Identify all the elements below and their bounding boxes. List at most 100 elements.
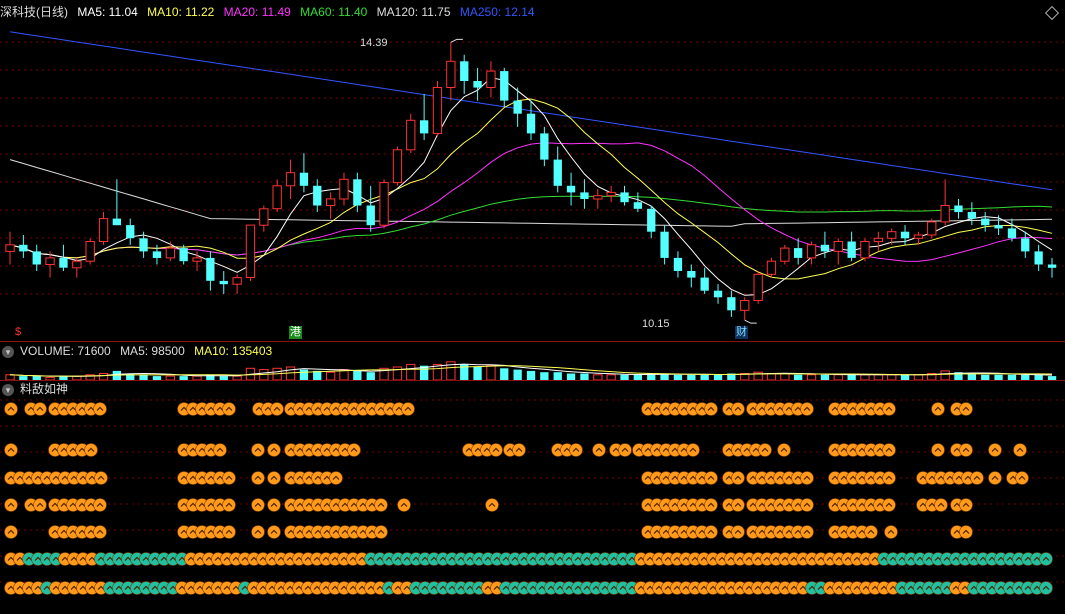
signal-icon <box>704 498 718 512</box>
volume-bar-down <box>526 370 536 380</box>
candle-body-up <box>940 205 950 223</box>
signal-icon <box>988 443 1002 457</box>
volume-ma10-label: MA10: 135403 <box>194 344 273 358</box>
signal-icon <box>270 402 284 416</box>
candle-body-up <box>392 149 403 184</box>
candle-body-down <box>366 205 375 226</box>
volume-bar-up <box>940 370 950 381</box>
candle-body-up <box>165 247 175 259</box>
candle-body-down <box>299 172 309 186</box>
candle-body-up <box>593 195 603 200</box>
volume-legend: ▾ VOLUME: 71600 MA5: 98500 MA10: 135403 <box>0 342 278 360</box>
signal-icon <box>934 498 948 512</box>
candle-body-down <box>660 231 669 258</box>
signal-icon <box>959 498 973 512</box>
candle-body-up <box>406 119 416 151</box>
candle-body-down <box>126 225 135 239</box>
signal-icon <box>222 498 236 512</box>
candle-body-down <box>460 61 469 81</box>
candle-body-down <box>139 238 148 252</box>
candle-body-down <box>673 257 683 271</box>
signal-icon <box>988 471 1002 485</box>
candle-body-down <box>59 257 68 268</box>
candle-body-down <box>727 297 736 311</box>
candle-body-up <box>259 208 269 226</box>
ma20-line <box>9 142 1053 262</box>
volume-bar-down <box>553 372 562 380</box>
volume-bar-down <box>540 372 549 380</box>
candle-body-up <box>913 234 924 239</box>
signal-icon <box>1015 471 1029 485</box>
chevron-down-icon[interactable]: ▾ <box>2 345 14 358</box>
signal-icon <box>93 498 107 512</box>
candle-body-up <box>927 221 937 236</box>
volume-bar-down <box>473 367 482 380</box>
signal-icon <box>84 443 98 457</box>
candle-body-up <box>5 244 15 252</box>
candle-body-up <box>432 87 443 134</box>
signal-icon <box>959 402 973 416</box>
candle-body-up <box>45 257 55 265</box>
candle-body-up <box>887 231 897 239</box>
candle-body-down <box>713 290 723 298</box>
signal-icon <box>1039 581 1053 595</box>
signal-icon <box>800 498 814 512</box>
signal-icon <box>222 471 236 485</box>
candle-body-down <box>473 81 482 88</box>
signal-icon <box>882 498 896 512</box>
dividend-marker[interactable]: $ <box>14 326 22 339</box>
low-price-label: 10.15 <box>642 318 670 330</box>
signal-icon <box>267 471 281 485</box>
signal-icon <box>4 525 18 539</box>
signal-icon <box>267 525 281 539</box>
chevron-down-icon[interactable]: ▾ <box>2 383 14 396</box>
candle-body-up <box>85 241 95 262</box>
candle-body-up <box>245 224 256 279</box>
candle-body-up <box>486 70 496 88</box>
signal-icon <box>731 402 745 416</box>
finance-report-marker[interactable]: 财 <box>735 326 748 339</box>
candle-body-down <box>513 100 522 114</box>
main-chart-canvas[interactable] <box>0 0 1065 614</box>
signal-icon <box>222 402 236 416</box>
signal-icon <box>33 402 47 416</box>
candle-body-down <box>994 225 1003 229</box>
signal-icon <box>592 443 606 457</box>
candle-body-up <box>98 218 109 243</box>
signal-icon <box>882 443 896 457</box>
signal-icon <box>4 498 18 512</box>
signal-icon <box>489 443 503 457</box>
signal-icon <box>864 525 878 539</box>
signal-icon <box>704 525 718 539</box>
candle-body-down <box>700 277 709 291</box>
candle-body-down <box>219 280 228 285</box>
signal-icon <box>485 498 499 512</box>
candle-body-up <box>606 191 616 197</box>
signal-icon <box>618 443 632 457</box>
signal-icon <box>347 443 361 457</box>
low-pointer <box>744 319 757 324</box>
volume-bar-down <box>366 372 375 380</box>
signal-icon <box>882 471 896 485</box>
candle-body-down <box>179 248 188 262</box>
candle-body-down <box>206 257 215 281</box>
signal-icon <box>267 443 281 457</box>
candle-body-up <box>753 273 763 301</box>
candle-body-down <box>353 179 362 206</box>
candle-body-down <box>112 218 121 226</box>
signal-icon <box>329 471 343 485</box>
signal-icon <box>959 443 973 457</box>
signal-icon <box>251 525 265 539</box>
signal-icon <box>222 525 236 539</box>
signal-icon <box>800 525 814 539</box>
signal-icon <box>374 525 388 539</box>
signal-icon <box>970 471 984 485</box>
volume-label: VOLUME: 71600 <box>20 344 111 358</box>
hk-marker[interactable]: 港 <box>289 326 302 339</box>
candle-body-up <box>806 244 817 259</box>
signal-icon <box>1039 552 1053 566</box>
signal-icon <box>401 402 415 416</box>
signal-icon <box>397 498 411 512</box>
candle-body-down <box>526 113 536 134</box>
candle-body-up <box>379 182 389 226</box>
